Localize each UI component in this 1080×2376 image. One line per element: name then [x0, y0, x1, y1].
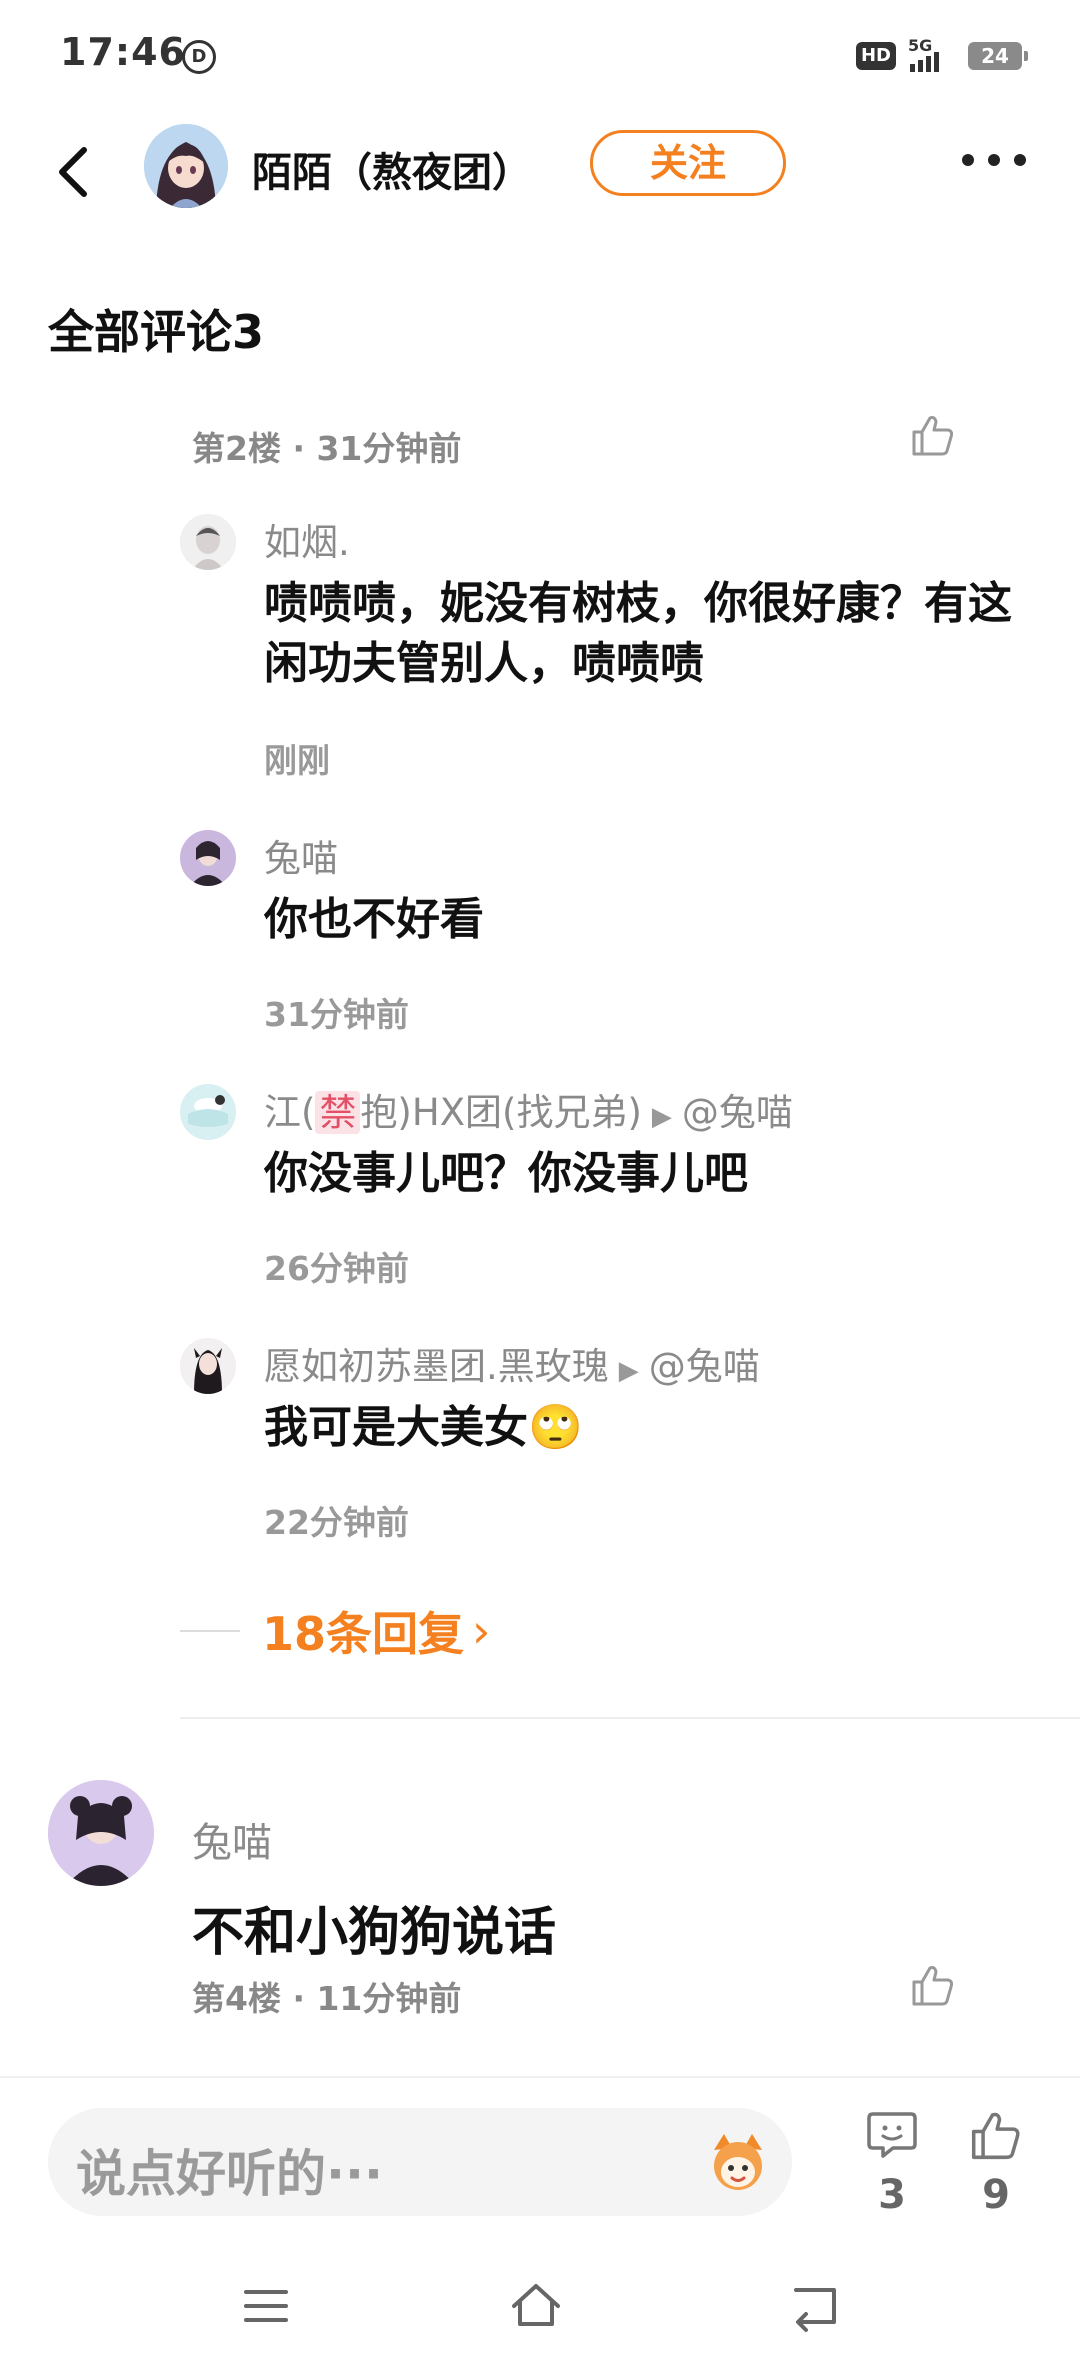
dnd-icon: D — [182, 40, 216, 74]
hd-icon: HD — [855, 42, 896, 70]
comment-text: 不和小狗狗说话 — [192, 1903, 557, 1963]
reply-author-name: 愿如初苏墨团.黑玫瑰 — [264, 1345, 609, 1388]
system-nav-bar — [0, 2236, 1080, 2376]
post-header: 陌陌（熬夜团） 关注 — [0, 112, 1080, 232]
comments-section-title: 全部评论3 — [48, 305, 265, 359]
author-avatar[interactable] — [144, 124, 228, 208]
comment-input-placeholder: 说点好听的··· — [76, 2145, 383, 2203]
back-arrow-icon[interactable] — [48, 142, 96, 202]
battery-icon: 24 — [968, 42, 1028, 70]
comment-bubble-icon — [867, 2112, 917, 2158]
reply-target[interactable]: @兔喵 — [682, 1091, 793, 1134]
more-options-icon[interactable] — [962, 154, 1026, 166]
thumbs-up-icon — [971, 2112, 1020, 2160]
bottom-action-bar: 说点好听的··· 3 9 — [0, 2076, 1080, 2236]
menu-icon[interactable] — [236, 2276, 296, 2336]
reply-time: 22分钟前 — [264, 1503, 409, 1542]
comment-input[interactable]: 说点好听的··· — [48, 2108, 792, 2216]
more-replies-label: 18条回复 — [262, 1607, 465, 1661]
reply-time: 26分钟前 — [264, 1249, 409, 1288]
status-indicators: HD 5G 24 — [855, 36, 1028, 74]
reply-author[interactable]: 兔喵 — [264, 828, 338, 882]
reply-arrow-icon: ▶ — [651, 1102, 672, 1132]
reply-avatar[interactable] — [180, 830, 236, 886]
banned-badge: 禁 — [315, 1091, 361, 1134]
status-time: 17:46 — [60, 30, 186, 74]
comment-divider — [180, 1717, 1080, 1719]
reply-avatar[interactable] — [180, 514, 236, 570]
reply-arrow-icon: ▶ — [618, 1356, 639, 1386]
reply-time: 刚刚 — [264, 741, 330, 780]
reply-text: 你也不好看 — [264, 894, 484, 945]
like-count: 9 — [982, 2172, 1010, 2218]
reply-author[interactable]: 江(禁抱)HX团(找兄弟) ▶ @兔喵 — [264, 1082, 793, 1136]
reply-text: 啧啧啧，妮没有树枝，你很好康？有这闲功夫管别人，啧啧啧 — [264, 578, 1012, 689]
follow-button[interactable]: 关注 — [590, 130, 786, 196]
more-replies-divider — [180, 1630, 240, 1632]
reply-text: 你没事儿吧？你没事儿吧 — [264, 1148, 748, 1199]
comment-count-button[interactable]: 3 — [852, 2108, 932, 2218]
reply-item[interactable]: 如烟. 啧啧啧，妮没有树枝，你很好康？有这闲功夫管别人，啧啧啧 刚刚 — [180, 512, 1030, 782]
like-icon[interactable] — [910, 412, 956, 458]
comment-avatar[interactable] — [48, 1780, 154, 1886]
comment-author[interactable]: 兔喵 — [192, 1810, 272, 1868]
home-icon[interactable] — [506, 2276, 566, 2336]
reply-text: 我可是大美女🙄 — [264, 1402, 583, 1453]
reply-item[interactable]: 愿如初苏墨团.黑玫瑰 ▶ @兔喵 我可是大美女🙄 22分钟前 — [180, 1336, 1030, 1556]
reply-item[interactable]: 江(禁抱)HX团(找兄弟) ▶ @兔喵 你没事儿吧？你没事儿吧 26分钟前 — [180, 1082, 1030, 1302]
signal-icon: 5G — [908, 36, 956, 74]
emoji-mascot-icon[interactable] — [706, 2130, 770, 2194]
status-bar: 17:46 D HD 5G 24 — [0, 0, 1080, 112]
reply-author-suffix: 抱)HX团(找兄弟) — [360, 1091, 642, 1134]
chevron-right-icon: › — [472, 1604, 491, 1658]
reply-target[interactable]: @兔喵 — [649, 1345, 760, 1388]
reply-avatar[interactable] — [180, 1338, 236, 1394]
author-name[interactable]: 陌陌（熬夜团） — [252, 140, 532, 198]
reply-item[interactable]: 兔喵 你也不好看 31分钟前 — [180, 828, 1030, 1048]
reply-author[interactable]: 愿如初苏墨团.黑玫瑰 ▶ @兔喵 — [264, 1336, 760, 1390]
reply-author-prefix: 江( — [264, 1091, 316, 1134]
floor-meta: 第2楼 · 31分钟前 — [192, 429, 462, 468]
like-icon[interactable] — [910, 1962, 956, 2008]
reply-time: 31分钟前 — [264, 995, 409, 1034]
like-count-button[interactable]: 9 — [956, 2108, 1036, 2218]
back-nav-icon[interactable] — [786, 2276, 846, 2336]
floor-meta: 第4楼 · 11分钟前 — [192, 1979, 462, 2018]
comment-count: 3 — [878, 2172, 906, 2218]
more-replies-link[interactable]: 18条回复 › — [180, 1598, 490, 1664]
reply-avatar[interactable] — [180, 1084, 236, 1140]
reply-author[interactable]: 如烟. — [264, 512, 350, 566]
